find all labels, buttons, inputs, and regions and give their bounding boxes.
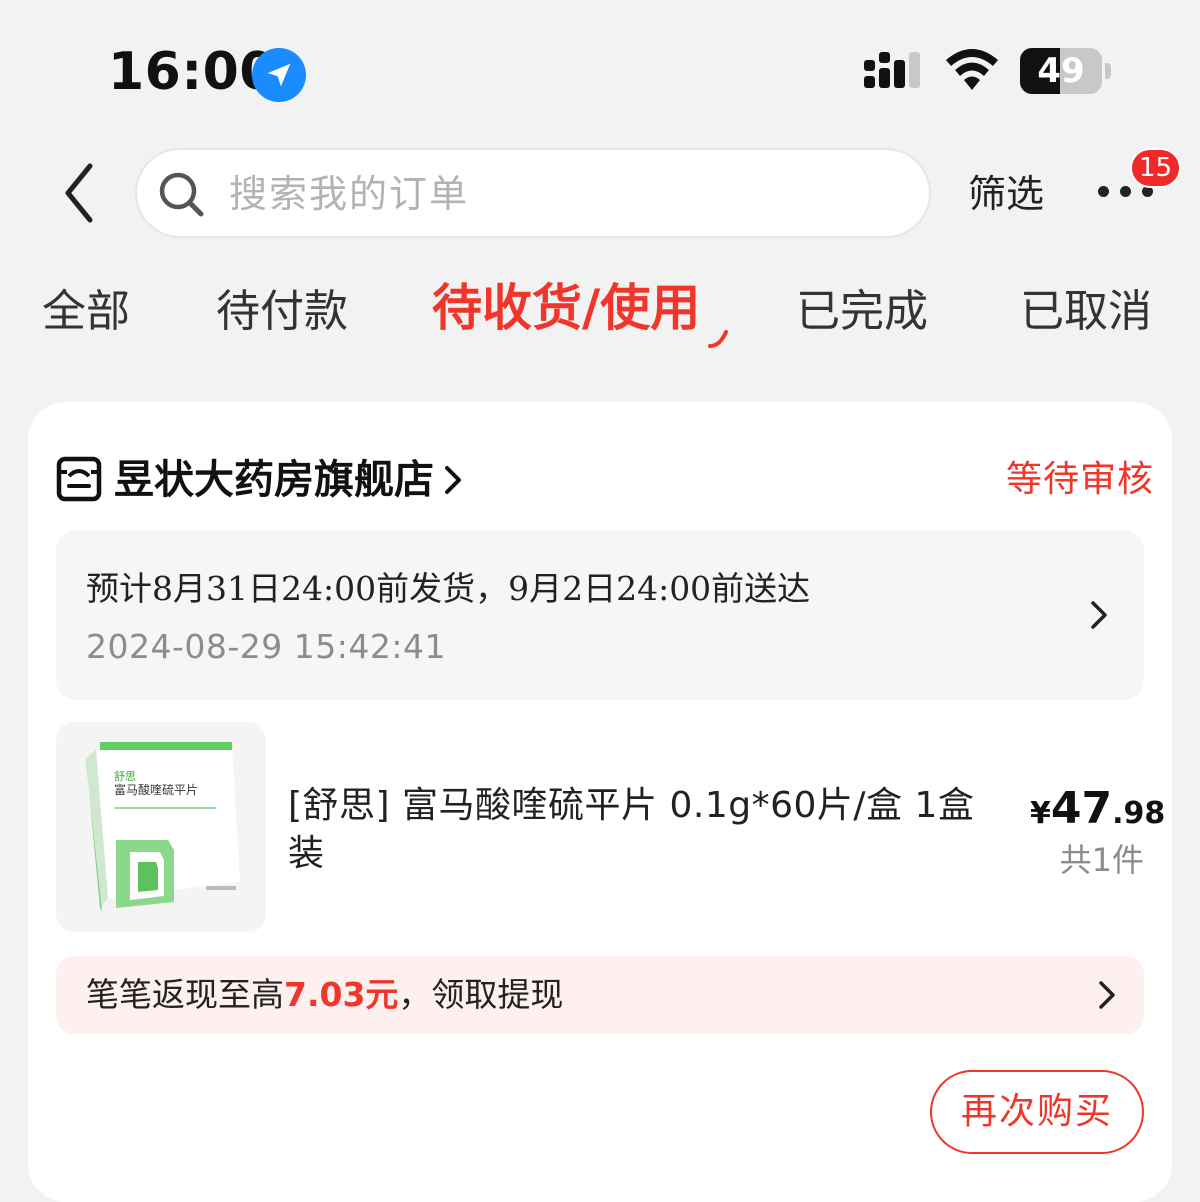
order-time: 2024-08-29 15:42:41	[86, 627, 446, 666]
search-placeholder: 搜索我的订单	[229, 172, 470, 216]
shop-name[interactable]: 昱状大药房旗舰店	[114, 452, 434, 508]
cashback-amount: 7.03元	[284, 975, 399, 1014]
price-integer: 47	[1050, 783, 1113, 834]
order-status: 等待审核	[1006, 459, 1155, 500]
tab-completed[interactable]: 已完成	[796, 280, 928, 344]
tab-pending-payment[interactable]: 待付款	[216, 280, 348, 344]
status-time: 16:00	[108, 42, 277, 102]
chevron-left-icon	[65, 163, 93, 223]
battery-level: 49	[1037, 51, 1085, 91]
tab-active-indicator	[708, 330, 728, 348]
product-title[interactable]: [舒思] 富马酸喹硫平片 0.1g*60片/盒 1盒装	[288, 782, 988, 878]
back-button[interactable]	[58, 160, 98, 226]
more-button[interactable]	[1098, 186, 1158, 200]
cashback-text: 笔笔返现至高7.03元，领取提现	[86, 972, 563, 1018]
chevron-right-icon	[1091, 601, 1107, 629]
chevron-right-icon	[1099, 981, 1115, 1009]
notification-badge: 15	[1130, 148, 1182, 188]
filter-button[interactable]: 筛选	[968, 166, 1044, 222]
delivery-estimate: 预计8月31日24:00前发货，9月2日24:00前送达	[86, 569, 811, 608]
product-box-label: 富马酸喹硫平片	[114, 782, 198, 797]
store-icon	[56, 456, 102, 502]
search-icon	[159, 172, 204, 217]
svg-text:舒思: 舒思	[114, 769, 136, 783]
tab-pending-receipt[interactable]: 待收货/使用	[432, 276, 700, 340]
tab-all[interactable]: 全部	[42, 280, 130, 344]
chevron-right-icon	[445, 466, 461, 494]
price-decimal: .98	[1112, 796, 1166, 831]
cashback-prefix: 笔笔返现至高	[86, 975, 284, 1014]
search-input[interactable]: 搜索我的订单	[135, 148, 931, 238]
tab-cancelled[interactable]: 已取消	[1020, 280, 1152, 344]
product-thumbnail[interactable]: 舒思 富马酸喹硫平片	[56, 722, 266, 932]
cellular-signal-icon	[862, 50, 926, 92]
rebuy-button[interactable]: 再次购买	[930, 1070, 1144, 1154]
cashback-suffix: ，领取提现	[398, 975, 564, 1014]
product-quantity: 共1件	[1059, 841, 1144, 879]
battery-icon: 49	[1020, 48, 1111, 94]
delivery-info-panel[interactable]	[56, 530, 1144, 700]
wifi-icon	[944, 48, 1000, 94]
more-dots-icon	[1098, 186, 1109, 197]
price-symbol: ¥	[1030, 796, 1051, 831]
location-arrow-icon	[252, 48, 306, 102]
